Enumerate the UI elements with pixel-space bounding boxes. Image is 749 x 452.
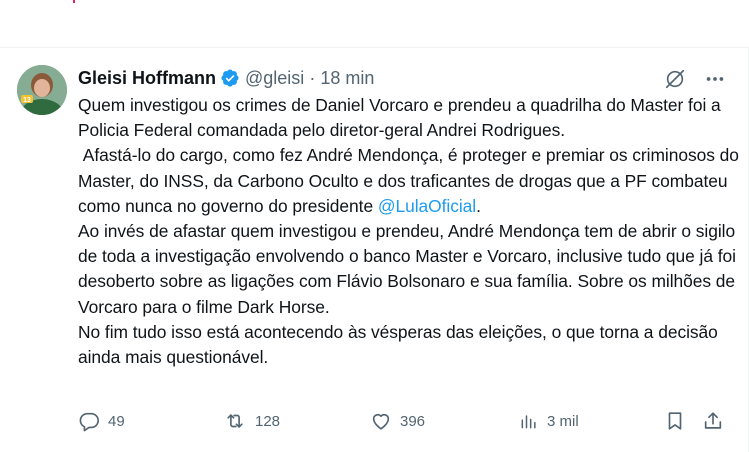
- timestamp[interactable]: 18 min: [320, 68, 374, 89]
- reply-count: 49: [108, 412, 125, 430]
- avatar-badge-text: 13: [23, 97, 31, 104]
- header-actions: [662, 66, 728, 92]
- repost-button[interactable]: 128: [223, 406, 280, 436]
- views-count: 3 mil: [547, 412, 579, 430]
- avatar[interactable]: 13: [17, 65, 67, 115]
- like-count: 396: [400, 412, 426, 430]
- tweet-text-part2: . Ao invés de afastar quem investigou e …: [78, 195, 736, 368]
- repost-icon: [223, 410, 247, 432]
- views-icon: [519, 410, 539, 432]
- bookmark-button[interactable]: [664, 406, 686, 436]
- tweet[interactable]: 13 Gleisi Hoffmann @gleisi · 18 min Quem…: [0, 48, 748, 452]
- share-button[interactable]: [702, 406, 724, 436]
- author-handle[interactable]: @gleisi: [245, 68, 304, 89]
- reply-button[interactable]: 49: [78, 406, 125, 436]
- bookmark-icon: [664, 410, 686, 432]
- views-button[interactable]: 3 mil: [519, 406, 579, 436]
- repost-count: 128: [255, 412, 281, 430]
- share-icon: [702, 410, 724, 432]
- reply-icon: [78, 410, 100, 432]
- top-edge-mark: [73, 0, 75, 3]
- action-bar: 49 128 396 3 mil: [78, 406, 738, 436]
- tweet-text: Quem investigou os crimes de Daniel Vorc…: [78, 93, 743, 370]
- mention-link[interactable]: @LulaOficial: [378, 196, 476, 216]
- verified-badge-icon[interactable]: [220, 68, 240, 88]
- grok-icon[interactable]: [662, 66, 688, 92]
- like-button[interactable]: 396: [370, 406, 425, 436]
- tweet-header: Gleisi Hoffmann @gleisi · 18 min: [78, 66, 728, 90]
- more-icon[interactable]: [702, 66, 728, 92]
- like-icon: [370, 410, 392, 432]
- separator-dot: ·: [309, 67, 316, 88]
- author-name[interactable]: Gleisi Hoffmann: [78, 68, 216, 89]
- avatar-image: 13: [17, 65, 67, 115]
